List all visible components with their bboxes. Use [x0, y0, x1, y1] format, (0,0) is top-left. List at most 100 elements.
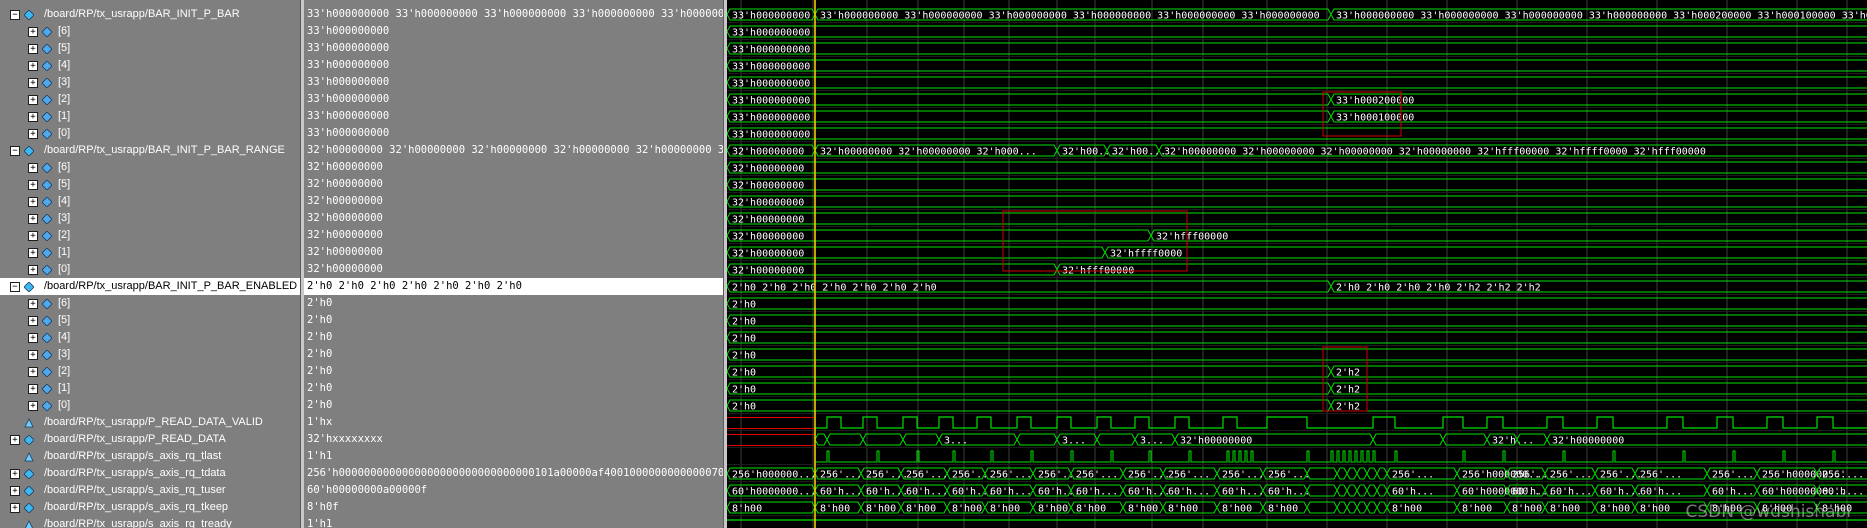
- signal-row[interactable]: + [3]: [0, 210, 300, 227]
- signal-row[interactable]: + [2]: [0, 363, 300, 380]
- signal-value-row[interactable]: 1'h1: [304, 516, 723, 528]
- signal-value-row[interactable]: 2'h0: [304, 295, 723, 312]
- signal-row[interactable]: + [2]: [0, 91, 300, 108]
- signal-row[interactable]: + /board/RP/tx_usrapp/s_axis_rq_tuser: [0, 482, 300, 499]
- signal-row[interactable]: + [5]: [0, 176, 300, 193]
- signal-value-row[interactable]: 2'h0 2'h0 2'h0 2'h0 2'h0 2'h0 2'h0: [304, 278, 723, 295]
- signal-row[interactable]: + /board/RP/tx_usrapp/s_axis_rq_tkeep: [0, 499, 300, 516]
- signal-value: 32'h00000000: [307, 195, 383, 207]
- signal-value-row[interactable]: 2'h0: [304, 380, 723, 397]
- signal-value-row[interactable]: 33'h000000000: [304, 91, 723, 108]
- expand-toggle-icon[interactable]: +: [28, 384, 38, 394]
- expand-toggle-icon[interactable]: +: [28, 214, 38, 224]
- signal-value-row[interactable]: 2'h0: [304, 312, 723, 329]
- signal-row[interactable]: + [1]: [0, 380, 300, 397]
- signal-value-row[interactable]: 32'h00000000: [304, 261, 723, 278]
- expand-toggle-icon[interactable]: +: [28, 180, 38, 190]
- signal-value-row[interactable]: 2'h0: [304, 397, 723, 414]
- expand-toggle-icon[interactable]: +: [28, 27, 38, 37]
- signal-row[interactable]: /board/RP/tx_usrapp/s_axis_rq_tlast: [0, 448, 300, 465]
- expand-toggle-icon[interactable]: +: [28, 129, 38, 139]
- expand-toggle-icon[interactable]: +: [28, 299, 38, 309]
- signal-value-row[interactable]: 256'h0000000000000000000000000000000101a…: [304, 465, 723, 482]
- signal-value-row[interactable]: 33'h000000000 33'h000000000 33'h00000000…: [304, 6, 723, 23]
- signal-row[interactable]: /board/RP/tx_usrapp/P_READ_DATA_VALID: [0, 414, 300, 431]
- signal-row[interactable]: − /board/RP/tx_usrapp/BAR_INIT_P_BAR_RANG…: [0, 142, 300, 159]
- signal-row[interactable]: + [5]: [0, 312, 300, 329]
- signal-row[interactable]: + [1]: [0, 108, 300, 125]
- signal-row[interactable]: − /board/RP/tx_usrapp/BAR_INIT_P_BAR_ENAB…: [0, 278, 300, 295]
- signal-value-row[interactable]: 32'h00000000: [304, 210, 723, 227]
- signal-value-row[interactable]: 32'h00000000: [304, 193, 723, 210]
- expand-toggle-icon[interactable]: +: [10, 469, 20, 479]
- expand-toggle-icon[interactable]: +: [28, 95, 38, 105]
- expand-toggle-icon[interactable]: +: [28, 248, 38, 258]
- signal-row[interactable]: + [0]: [0, 397, 300, 414]
- signal-row[interactable]: + /board/RP/tx_usrapp/P_READ_DATA: [0, 431, 300, 448]
- bus-segment: [1104, 246, 1867, 259]
- signal-value-row[interactable]: 1'hx: [304, 414, 723, 431]
- signal-value-row[interactable]: 33'h000000000: [304, 40, 723, 57]
- expand-toggle-icon[interactable]: +: [28, 231, 38, 241]
- bus-segment: [726, 110, 1332, 123]
- signal-value-row[interactable]: 32'h00000000: [304, 244, 723, 261]
- signal-value-row[interactable]: 2'h0: [304, 329, 723, 346]
- expand-toggle-icon[interactable]: +: [28, 197, 38, 207]
- signal-row[interactable]: + [5]: [0, 40, 300, 57]
- collapse-toggle-icon[interactable]: −: [10, 10, 20, 20]
- signal-row[interactable]: + [0]: [0, 261, 300, 278]
- expand-toggle-icon[interactable]: +: [28, 316, 38, 326]
- expand-toggle-icon[interactable]: +: [10, 486, 20, 496]
- signal-value: 32'h00000000: [307, 161, 383, 173]
- collapse-toggle-icon[interactable]: −: [10, 146, 20, 156]
- signal-row[interactable]: + [4]: [0, 57, 300, 74]
- signal-value-row[interactable]: 2'h0: [304, 363, 723, 380]
- waveform-pane[interactable]: 33'h000000000 33'h000000000 33'h000000000…: [726, 0, 1867, 528]
- signal-value-row[interactable]: 32'h00000000: [304, 227, 723, 244]
- signal-value-row[interactable]: 33'h000000000: [304, 74, 723, 91]
- signal-row[interactable]: + [6]: [0, 23, 300, 40]
- expand-toggle-icon[interactable]: +: [28, 367, 38, 377]
- signal-row[interactable]: + [6]: [0, 159, 300, 176]
- signal-value-row[interactable]: 32'h00000000: [304, 176, 723, 193]
- bus-segment: [726, 382, 1332, 395]
- signal-value-row[interactable]: 33'h000000000: [304, 23, 723, 40]
- signal-row[interactable]: − /board/RP/tx_usrapp/BAR_INIT_P_BAR: [0, 6, 300, 23]
- expand-toggle-icon[interactable]: +: [28, 333, 38, 343]
- signal-value-row[interactable]: 1'h1: [304, 448, 723, 465]
- collapse-toggle-icon[interactable]: −: [10, 282, 20, 292]
- signal-row[interactable]: + [1]: [0, 244, 300, 261]
- signal-row[interactable]: + [0]: [0, 125, 300, 142]
- signal-row[interactable]: + [3]: [0, 346, 300, 363]
- signal-row[interactable]: + /board/RP/tx_usrapp/s_axis_rq_tdata: [0, 465, 300, 482]
- signal-row[interactable]: /board/RP/tx_usrapp/s_axis_rq_tready: [0, 516, 300, 528]
- signal-value-row[interactable]: 32'hxxxxxxxx: [304, 431, 723, 448]
- signal-value-row[interactable]: 2'h0: [304, 346, 723, 363]
- expand-toggle-icon[interactable]: +: [28, 112, 38, 122]
- expand-toggle-icon[interactable]: +: [28, 44, 38, 54]
- signal-value-row[interactable]: 60'h00000000a00000f: [304, 482, 723, 499]
- signal-value-row[interactable]: 33'h000000000: [304, 108, 723, 125]
- signal-row[interactable]: + [4]: [0, 193, 300, 210]
- signal-row[interactable]: + [6]: [0, 295, 300, 312]
- signal-value-row[interactable]: 33'h000000000: [304, 125, 723, 142]
- expand-toggle-icon[interactable]: +: [10, 435, 20, 445]
- expand-toggle-icon[interactable]: +: [10, 503, 20, 513]
- signal-row[interactable]: + [3]: [0, 74, 300, 91]
- signal-value-row[interactable]: 32'h00000000: [304, 159, 723, 176]
- expand-toggle-icon[interactable]: +: [28, 163, 38, 173]
- bus-value-label: 2'h0: [732, 385, 756, 396]
- signal-value-row[interactable]: 8'h0f: [304, 499, 723, 516]
- signal-value: 32'hxxxxxxxx: [307, 433, 383, 445]
- signal-value-row[interactable]: 32'h00000000 32'h00000000 32'h00000000 3…: [304, 142, 723, 159]
- expand-toggle-icon[interactable]: +: [28, 78, 38, 88]
- signal-value: 2'h0 2'h0 2'h0 2'h0 2'h0 2'h0 2'h0: [307, 280, 522, 292]
- expand-toggle-icon[interactable]: +: [28, 265, 38, 275]
- expand-toggle-icon[interactable]: +: [28, 61, 38, 71]
- bus-signal-icon: [23, 485, 35, 497]
- expand-toggle-icon[interactable]: +: [28, 401, 38, 411]
- signal-row[interactable]: + [2]: [0, 227, 300, 244]
- expand-toggle-icon[interactable]: +: [28, 350, 38, 360]
- signal-value-row[interactable]: 33'h000000000: [304, 57, 723, 74]
- signal-row[interactable]: + [4]: [0, 329, 300, 346]
